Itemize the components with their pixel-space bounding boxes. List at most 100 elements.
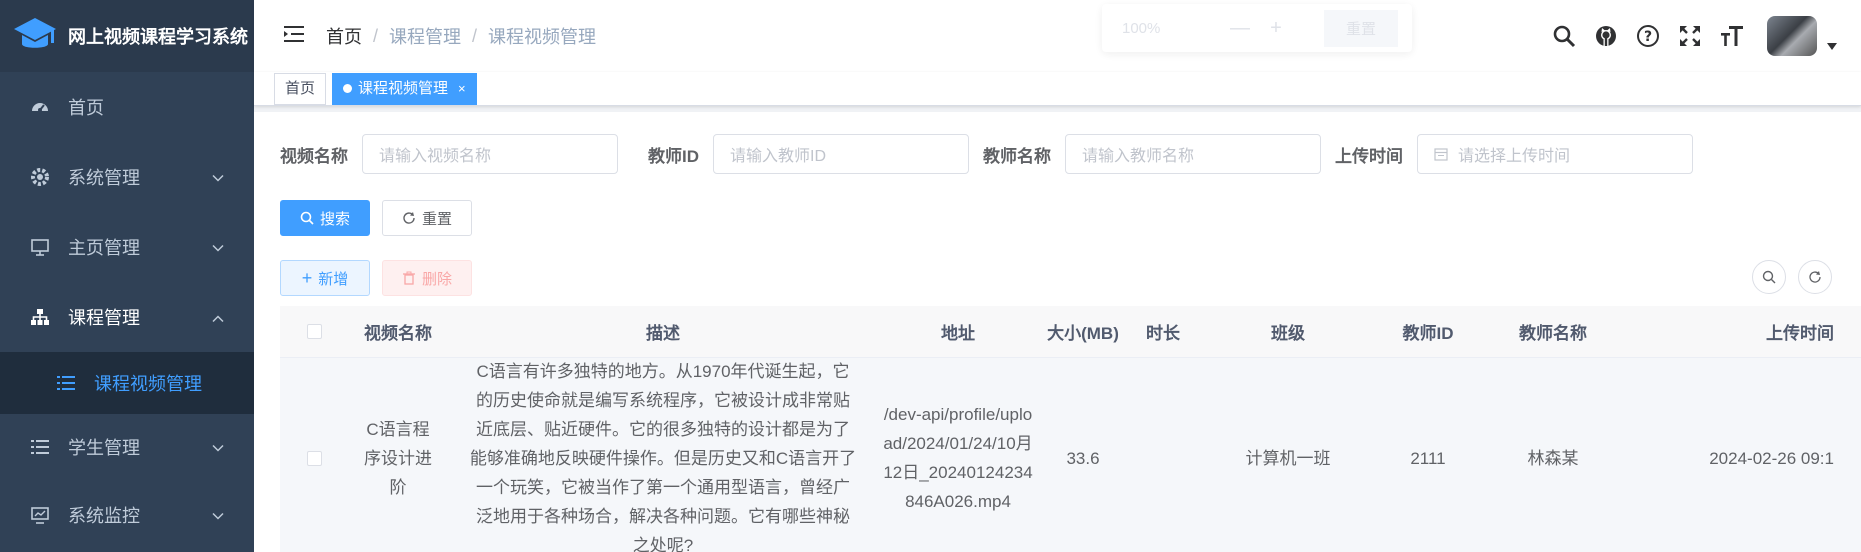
search-icon — [1762, 270, 1776, 284]
column-header[interactable]: 视频名称 — [348, 319, 448, 344]
table-header: 视频名称 描述 地址 大小(MB) 时长 班级 教师ID 教师名称 上传时间 — [280, 306, 1861, 358]
refresh-button[interactable] — [1798, 260, 1832, 294]
breadcrumb-separator: / — [472, 25, 478, 46]
toggle-search-button[interactable] — [1752, 260, 1786, 294]
breadcrumb-home[interactable]: 首页 — [326, 23, 362, 49]
column-header[interactable]: 班级 — [1198, 319, 1378, 344]
cell-size: 33.6 — [1066, 448, 1100, 468]
search-form: 视频名称 请输入视频名称 教师ID 请输入教师ID 教师名称 请输入教师名称 上… — [280, 134, 1693, 174]
add-button[interactable]: + 新增 — [280, 260, 370, 296]
zoom-panel: 100% — + 重置 — [1102, 4, 1412, 52]
sidebar: 网上视频课程学习系统 首页 系统管理 主页管理 课程管理 课程视频管理 学生管理… — [0, 0, 254, 552]
sidebar-item-label: 课程视频管理 — [94, 374, 202, 394]
column-header[interactable]: 教师ID — [1378, 319, 1478, 344]
cell-class: 计算机一班 — [1245, 448, 1331, 468]
tree-icon — [30, 307, 50, 327]
graduation-cap-icon — [12, 13, 58, 59]
column-header[interactable]: 上传时间 — [1628, 319, 1834, 344]
avatar[interactable] — [1767, 16, 1817, 56]
zoom-in-button[interactable]: + — [1258, 17, 1294, 40]
sidebar-item-course-video[interactable]: 课程视频管理 — [0, 352, 254, 414]
font-size-icon[interactable] — [1711, 15, 1753, 57]
add-button-label: 新增 — [318, 270, 349, 288]
delete-button[interactable]: 删除 — [382, 260, 472, 296]
teacher-id-input[interactable]: 请输入教师ID — [713, 134, 969, 174]
sidebar-item-system[interactable]: 系统管理 — [0, 142, 254, 212]
chevron-down-icon — [212, 505, 224, 526]
select-all-cell — [280, 324, 348, 339]
cell-teacher-name: 林森某 — [1527, 448, 1579, 468]
search-icon[interactable] — [1543, 15, 1585, 57]
gear-icon — [30, 167, 50, 187]
video-name-input[interactable]: 请输入视频名称 — [362, 134, 618, 174]
sidebar-item-course[interactable]: 课程管理 — [0, 282, 254, 352]
course-submenu: 课程视频管理 — [0, 352, 254, 414]
monitor-chart-icon — [30, 505, 50, 525]
sidebar-item-label: 系统管理 — [68, 168, 140, 188]
chevron-down-icon — [212, 437, 224, 458]
search-button-label: 搜索 — [319, 210, 350, 228]
column-header[interactable]: 地址 — [878, 319, 1038, 344]
teacher-id-label: 教师ID — [648, 146, 699, 166]
column-header[interactable]: 大小(MB) — [1038, 319, 1128, 344]
sidebar-item-students[interactable]: 学生管理 — [0, 414, 254, 480]
hamburger-toggle[interactable] — [274, 16, 314, 56]
app-title: 网上视频课程学习系统 — [68, 27, 248, 47]
row-checkbox[interactable] — [306, 450, 322, 466]
fullscreen-icon[interactable] — [1669, 15, 1711, 57]
search-icon — [300, 211, 314, 225]
video-table: 视频名称 描述 地址 大小(MB) 时长 班级 教师ID 教师名称 上传时间 C… — [280, 306, 1861, 552]
sidebar-item-homepage[interactable]: 主页管理 — [0, 212, 254, 282]
cell-upload-time: 2024-02-26 09:1 — [1709, 448, 1834, 468]
plus-icon: + — [301, 267, 313, 288]
header-actions: ? — [1543, 0, 1837, 72]
tag-course-video[interactable]: 课程视频管理 × — [332, 73, 477, 105]
navbar: 首页 / 课程管理 / 课程视频管理 100% — + 重置 ? — [254, 0, 1861, 72]
sidebar-item-label: 系统监控 — [68, 506, 140, 526]
reset-button[interactable]: 重置 — [382, 200, 472, 236]
delete-button-label: 删除 — [421, 270, 452, 288]
sidebar-item-label: 主页管理 — [68, 238, 140, 258]
upload-time-placeholder: 请选择上传时间 — [1458, 148, 1571, 165]
zoom-reset-button[interactable]: 重置 — [1324, 9, 1399, 47]
list-icon — [30, 437, 50, 457]
active-dot-icon — [343, 83, 352, 93]
sidebar-item-label: 学生管理 — [68, 438, 140, 458]
zoom-level: 100% — [1122, 19, 1161, 37]
chevron-down-icon — [212, 167, 224, 188]
sidebar-item-label: 课程管理 — [68, 308, 140, 328]
breadcrumb: 首页 / 课程管理 / 课程视频管理 — [326, 23, 596, 49]
sidebar-item-home[interactable]: 首页 — [0, 72, 254, 142]
teacher-name-label: 教师名称 — [983, 146, 1051, 166]
calendar-icon — [1434, 147, 1448, 161]
trash-icon — [402, 271, 416, 285]
search-button[interactable]: 搜索 — [280, 200, 370, 236]
tags-view: 首页 课程视频管理 × — [254, 72, 1861, 106]
column-header[interactable]: 教师名称 — [1478, 319, 1628, 344]
table-row[interactable]: C语言程序设计进阶 C语言有许多独特的地方。从1970年代诞生起，它的历史使命就… — [280, 358, 1861, 552]
refresh-icon — [402, 211, 416, 225]
reset-button-label: 重置 — [421, 210, 452, 228]
breadcrumb-course: 课程管理 — [389, 27, 462, 47]
tag-home[interactable]: 首页 — [274, 73, 327, 105]
column-header[interactable]: 描述 — [448, 319, 878, 344]
logo[interactable]: 网上视频课程学习系统 — [0, 0, 254, 72]
app-main: 视频名称 请输入视频名称 教师ID 请输入教师ID 教师名称 请输入教师名称 上… — [254, 112, 1861, 552]
cell-teacher-id: 2111 — [1410, 448, 1446, 468]
select-all-checkbox[interactable] — [306, 324, 322, 339]
upload-time-picker[interactable]: 请选择上传时间 — [1417, 134, 1693, 174]
zoom-out-button[interactable]: — — [1222, 17, 1258, 40]
caret-down-icon[interactable] — [1827, 37, 1837, 55]
teacher-name-input[interactable]: 请输入教师名称 — [1065, 134, 1321, 174]
column-header[interactable]: 时长 — [1128, 319, 1198, 344]
menu-fold-icon — [283, 25, 305, 48]
sidebar-item-monitor[interactable]: 系统监控 — [0, 480, 254, 550]
github-icon[interactable] — [1585, 15, 1627, 57]
close-icon[interactable]: × — [458, 81, 466, 96]
tag-label: 课程视频管理 — [358, 80, 449, 97]
row-select-cell — [280, 450, 348, 466]
help-icon[interactable]: ? — [1627, 15, 1669, 57]
sidebar-item-label: 首页 — [68, 98, 104, 118]
chevron-down-icon — [212, 237, 224, 258]
breadcrumb-current: 课程视频管理 — [488, 27, 597, 47]
